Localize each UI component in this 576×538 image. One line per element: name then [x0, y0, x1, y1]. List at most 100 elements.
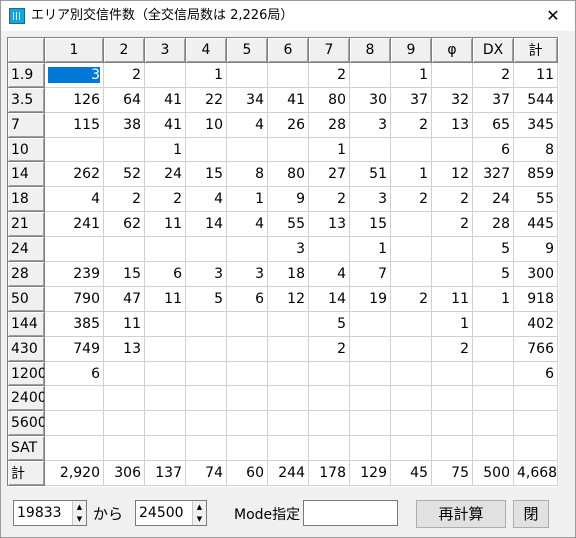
grid-cell[interactable]: [226, 360, 268, 387]
grid-cell[interactable]: [308, 410, 350, 437]
grid-cell[interactable]: 11: [431, 285, 473, 312]
grid-cell[interactable]: [390, 335, 432, 362]
grid-cell[interactable]: 385: [44, 310, 104, 337]
to-value[interactable]: 24500: [139, 501, 184, 525]
grid-cell[interactable]: [390, 236, 432, 263]
grid-cell[interactable]: 306: [103, 460, 145, 487]
grid-cell[interactable]: 6: [144, 261, 186, 287]
grid-cell[interactable]: [431, 410, 473, 437]
grid-cell[interactable]: 18: [267, 261, 309, 287]
grid-cell[interactable]: [390, 385, 432, 412]
grid-cell[interactable]: 47: [103, 285, 145, 312]
grid-cell[interactable]: 11: [144, 285, 186, 312]
grid-cell[interactable]: 14: [308, 285, 350, 312]
grid-cell[interactable]: 3: [267, 236, 309, 263]
grid-cell[interactable]: [226, 310, 268, 337]
grid-cell[interactable]: 52: [103, 161, 145, 188]
grid-cell[interactable]: [308, 236, 350, 263]
grid-cell[interactable]: [185, 435, 227, 462]
grid-cell[interactable]: 244: [267, 460, 309, 487]
grid-cell[interactable]: 11: [513, 61, 558, 88]
from-spinner[interactable]: 19833 ▲ ▼: [13, 500, 87, 526]
grid-cell[interactable]: 2: [103, 186, 145, 213]
grid-cell[interactable]: [185, 236, 227, 263]
grid-cell[interactable]: [431, 236, 473, 263]
grid-cell[interactable]: 60: [226, 460, 268, 487]
grid-cell[interactable]: 3: [226, 261, 268, 287]
grid-cell[interactable]: [472, 335, 514, 362]
grid-cell[interactable]: [349, 310, 391, 337]
grid-cell[interactable]: 13: [103, 335, 145, 362]
grid-cell[interactable]: 1: [390, 161, 432, 188]
grid-cell[interactable]: 8: [513, 136, 558, 163]
spin-up-icon[interactable]: ▲: [193, 501, 206, 513]
grid-cell[interactable]: 15: [349, 211, 391, 238]
grid-cell[interactable]: 126: [44, 86, 104, 113]
grid-cell[interactable]: [267, 136, 309, 163]
grid-cell[interactable]: 3: [44, 61, 104, 88]
grid-cell[interactable]: 129: [349, 460, 391, 487]
grid-cell[interactable]: 5: [472, 261, 514, 287]
grid-cell[interactable]: 241: [44, 211, 104, 238]
to-spinner[interactable]: 24500 ▲ ▼: [135, 500, 207, 526]
grid-cell[interactable]: [103, 385, 145, 412]
grid-cell[interactable]: 4,668: [513, 460, 558, 487]
grid-cell[interactable]: 41: [144, 111, 186, 138]
grid-cell[interactable]: 239: [44, 261, 104, 287]
grid-cell[interactable]: [144, 435, 186, 462]
grid-cell[interactable]: [144, 236, 186, 263]
grid-cell[interactable]: [267, 435, 309, 462]
grid-cell[interactable]: 4: [226, 211, 268, 238]
grid-cell[interactable]: [44, 410, 104, 437]
grid-cell[interactable]: 4: [44, 186, 104, 213]
grid-cell[interactable]: [390, 136, 432, 163]
grid-cell[interactable]: 32: [431, 86, 473, 113]
grid-cell[interactable]: [44, 236, 104, 263]
grid-cell[interactable]: 13: [431, 111, 473, 138]
grid-cell[interactable]: [226, 385, 268, 412]
grid-cell[interactable]: 2: [103, 61, 145, 88]
grid-cell[interactable]: 1: [472, 285, 514, 312]
data-grid[interactable]: 1 2 3 4 5 6 7 8 9 φ DX 計 1.9 3 2 1 2 1 2 11 3.5 126 64 41 22 34 4…: [7, 37, 559, 487]
grid-cell[interactable]: 262: [44, 161, 104, 188]
grid-cell[interactable]: 1: [226, 186, 268, 213]
grid-cell[interactable]: 45: [390, 460, 432, 487]
grid-cell[interactable]: 6: [472, 136, 514, 163]
grid-cell[interactable]: 11: [103, 310, 145, 337]
grid-cell[interactable]: [144, 61, 186, 88]
grid-cell[interactable]: [267, 410, 309, 437]
grid-cell[interactable]: 544: [513, 86, 558, 113]
grid-cell[interactable]: [44, 385, 104, 412]
grid-cell[interactable]: 34: [226, 86, 268, 113]
grid-cell[interactable]: [390, 410, 432, 437]
grid-cell[interactable]: [472, 435, 514, 462]
grid-cell[interactable]: 6: [44, 360, 104, 387]
grid-cell[interactable]: [431, 136, 473, 163]
grid-cell[interactable]: 7: [349, 261, 391, 287]
grid-cell[interactable]: 137: [144, 460, 186, 487]
grid-cell[interactable]: [144, 410, 186, 437]
grid-cell[interactable]: 51: [349, 161, 391, 188]
grid-cell[interactable]: [103, 360, 145, 387]
recalc-button[interactable]: 再計算: [416, 500, 506, 528]
grid-cell[interactable]: [144, 335, 186, 362]
grid-cell[interactable]: 2: [472, 61, 514, 88]
grid-cell[interactable]: [431, 385, 473, 412]
grid-cell[interactable]: [185, 136, 227, 163]
grid-cell[interactable]: [390, 310, 432, 337]
grid-cell[interactable]: 3: [185, 261, 227, 287]
grid-cell[interactable]: 1: [144, 136, 186, 163]
grid-cell[interactable]: 19: [349, 285, 391, 312]
to-spin-arrows[interactable]: ▲ ▼: [192, 501, 206, 525]
grid-cell[interactable]: 2: [431, 335, 473, 362]
grid-cell[interactable]: 14: [185, 211, 227, 238]
grid-cell[interactable]: [513, 385, 558, 412]
grid-cell[interactable]: [472, 360, 514, 387]
grid-cell[interactable]: [267, 385, 309, 412]
grid-cell[interactable]: 4: [226, 111, 268, 138]
grid-cell[interactable]: [349, 61, 391, 88]
grid-cell[interactable]: 38: [103, 111, 145, 138]
grid-cell[interactable]: [144, 310, 186, 337]
grid-cell[interactable]: [226, 61, 268, 88]
grid-cell[interactable]: 327: [472, 161, 514, 188]
